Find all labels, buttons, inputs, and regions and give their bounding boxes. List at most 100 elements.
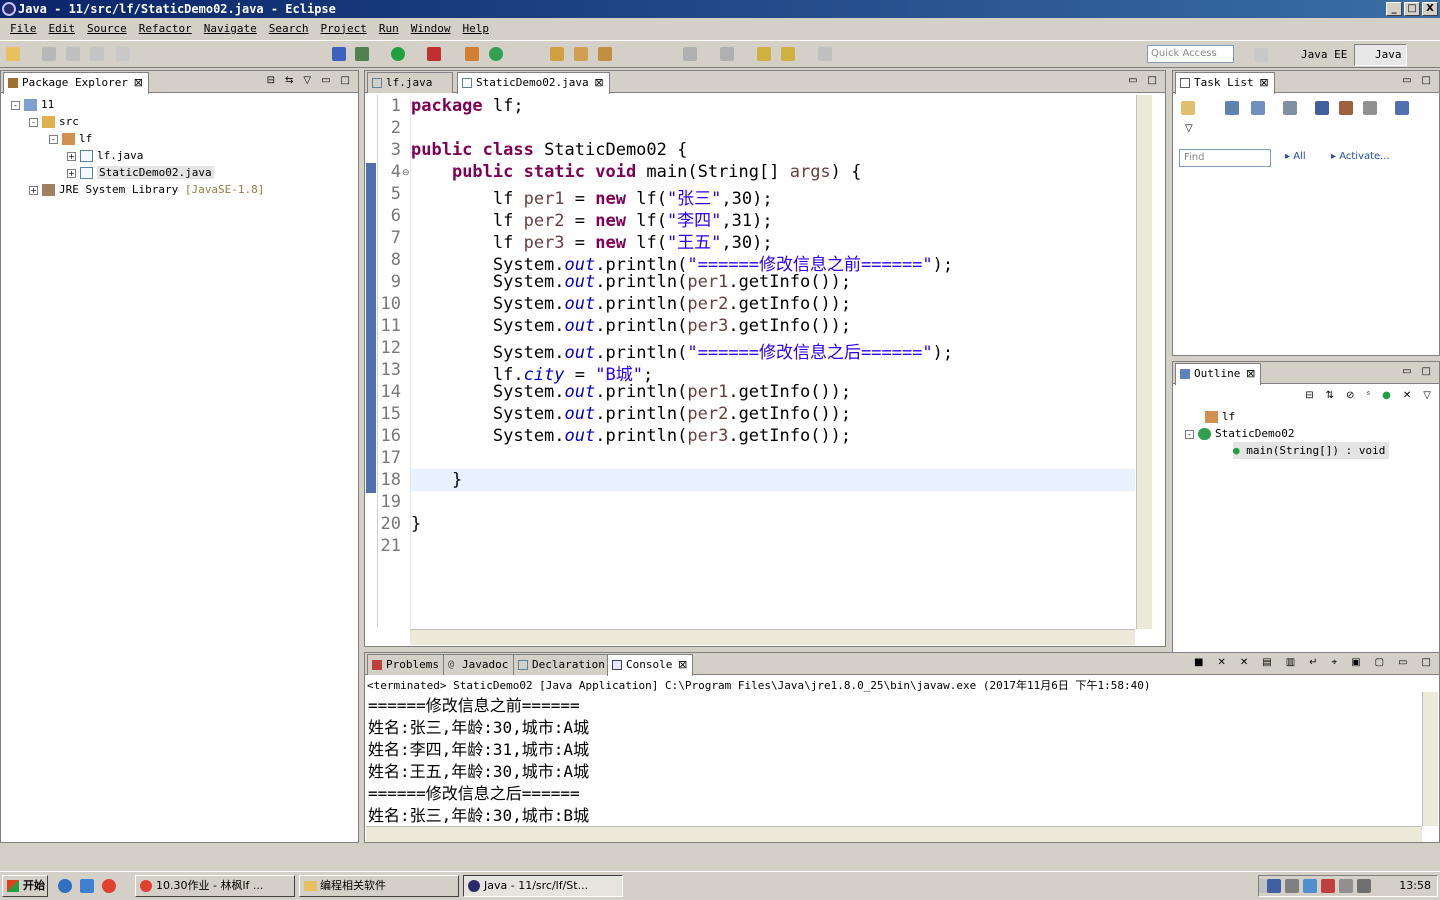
synchronize-icon[interactable] <box>1395 101 1409 115</box>
clear-console-icon[interactable]: ▤ <box>1262 657 1271 668</box>
perspective-java-ee[interactable]: Java EE <box>1280 44 1352 66</box>
prev-annotation-icon[interactable] <box>720 47 734 61</box>
ie-icon[interactable] <box>58 879 72 893</box>
hide-fields-icon[interactable]: ⊘ <box>1346 390 1354 401</box>
print-icon[interactable] <box>90 47 104 61</box>
outline-class[interactable]: - StaticDemo02 <box>1185 425 1294 442</box>
activate-link[interactable]: ▸ Activate... <box>1331 151 1390 162</box>
window-title-bar[interactable]: Java - 11/src/lf/StaticDemo02.java - Ecl… <box>0 0 1440 18</box>
tab-lf-java[interactable]: lf.java <box>367 72 454 93</box>
menu-edit[interactable]: Edit <box>43 22 82 35</box>
console-horizontal-scrollbar[interactable] <box>366 826 1422 842</box>
tab-declaration[interactable]: Declaration <box>513 654 612 675</box>
tree-file-staticdemo02[interactable]: + StaticDemo02.java <box>67 164 214 181</box>
menu-project[interactable]: Project <box>314 22 372 35</box>
minimize-button[interactable]: _ <box>1386 2 1402 16</box>
taskbar-item-folder[interactable]: 编程相关软件 <box>299 875 459 897</box>
tab-outline[interactable]: Outline ⊠ <box>1175 363 1262 385</box>
tray-icon[interactable] <box>1285 879 1299 893</box>
maximize-view-icon[interactable]: □ <box>1422 75 1431 86</box>
tab-package-explorer[interactable]: Package Explorer ⊠ <box>3 72 149 94</box>
categorized-icon[interactable] <box>1225 101 1239 115</box>
volume-icon[interactable] <box>1339 879 1353 893</box>
forward-icon[interactable] <box>818 47 832 61</box>
close-button[interactable]: X <box>1422 2 1438 16</box>
run-icon[interactable] <box>391 47 405 61</box>
tree-src[interactable]: - src <box>29 113 79 130</box>
terminate-icon[interactable]: ■ <box>1194 657 1203 668</box>
collapse-icon[interactable]: - <box>1185 429 1194 439</box>
open-console-icon[interactable]: ▢ <box>1375 657 1384 668</box>
tray-icon[interactable] <box>1267 879 1281 893</box>
view-menu-icon[interactable]: ▽ <box>303 75 311 86</box>
view-menu-icon[interactable]: ▽ <box>1423 390 1431 401</box>
new-class-icon[interactable] <box>489 47 503 61</box>
expand-icon[interactable]: + <box>67 168 76 178</box>
minimize-view-icon[interactable]: ▭ <box>321 75 330 86</box>
minimize-view-icon[interactable]: ▭ <box>1402 366 1411 377</box>
menu-refactor[interactable]: Refactor <box>133 22 198 35</box>
new-task-icon[interactable] <box>1181 101 1195 115</box>
hide-static-icon[interactable]: ˢ <box>1366 390 1370 401</box>
link-editor-icon[interactable]: ⇆ <box>285 75 293 86</box>
tray-icon[interactable] <box>1321 879 1335 893</box>
remove-all-icon[interactable]: ✕ <box>1240 657 1248 668</box>
maximize-button[interactable]: □ <box>1404 2 1420 16</box>
console-vertical-scrollbar[interactable] <box>1422 692 1438 826</box>
close-icon[interactable]: ⊠ <box>678 655 687 675</box>
editor-horizontal-scrollbar[interactable] <box>410 629 1135 645</box>
tab-console[interactable]: Console ⊠ <box>607 654 694 676</box>
save-icon[interactable] <box>42 47 56 61</box>
perspective-java[interactable]: Java <box>1354 44 1407 66</box>
taskbar-item-eclipse[interactable]: Java - 11/src/lf/St... <box>463 875 623 897</box>
scheduled-icon[interactable] <box>1251 101 1265 115</box>
hide-nonpublic-icon[interactable]: ● <box>1382 390 1391 401</box>
editor-vertical-scrollbar[interactable] <box>1136 95 1152 629</box>
tree-file-lf[interactable]: + lf.java <box>67 147 143 164</box>
find-input[interactable]: Find <box>1179 149 1271 167</box>
open-type-icon[interactable] <box>550 47 564 61</box>
next-annotation-icon[interactable] <box>683 47 697 61</box>
collapse-all-icon[interactable]: ⊟ <box>267 75 275 86</box>
search-icon[interactable] <box>598 47 612 61</box>
open-task-icon[interactable] <box>574 47 588 61</box>
start-button[interactable]: 开始 <box>2 875 48 897</box>
open-perspective-icon[interactable] <box>1254 48 1268 62</box>
external-tools-icon[interactable] <box>427 47 441 61</box>
tree-project[interactable]: - 11 <box>11 96 54 113</box>
minimize-view-icon[interactable]: ▭ <box>1398 657 1407 668</box>
expand-icon[interactable]: + <box>29 185 38 195</box>
collapse-icon[interactable]: - <box>11 100 20 110</box>
hide-local-types-icon[interactable]: ✕ <box>1403 390 1411 401</box>
expand-icon[interactable]: + <box>67 151 76 161</box>
tree-jre[interactable]: + JRE System Library [JavaSE-1.8] <box>29 181 264 198</box>
close-icon[interactable]: ⊠ <box>1259 73 1268 93</box>
word-wrap-icon[interactable]: ↵ <box>1309 657 1317 668</box>
taskbar-item-chrome[interactable]: 10.30作业 - 林枫lf ... <box>135 875 295 897</box>
maximize-view-icon[interactable]: □ <box>1422 366 1431 377</box>
collapse-all-icon[interactable]: ⊟ <box>1305 390 1313 401</box>
hide-completed-icon[interactable] <box>1339 101 1353 115</box>
filter-icon[interactable] <box>1315 101 1329 115</box>
fold-icon[interactable]: ⊖ <box>402 168 410 178</box>
tree-package[interactable]: - lf <box>49 130 92 147</box>
outline-method[interactable]: ● main(String[]) : void <box>1233 442 1390 459</box>
skip-breakpoints-icon[interactable] <box>332 47 346 61</box>
menu-search[interactable]: Search <box>263 22 315 35</box>
focus-icon[interactable] <box>1283 101 1297 115</box>
quick-access-input[interactable]: Quick Access <box>1147 45 1234 63</box>
debug-icon[interactable] <box>355 47 369 61</box>
scroll-lock-icon[interactable]: ▥ <box>1286 657 1295 668</box>
menu-help[interactable]: Help <box>456 22 495 35</box>
build-icon[interactable] <box>116 47 130 61</box>
new-icon[interactable] <box>6 47 20 61</box>
remove-launch-icon[interactable]: ✕ <box>1217 657 1225 668</box>
chrome-icon[interactable] <box>102 879 116 893</box>
maximize-view-icon[interactable]: □ <box>1148 75 1157 86</box>
tab-staticdemo02-java[interactable]: StaticDemo02.java ⊠ <box>457 72 610 94</box>
view-menu-icon[interactable]: ▽ <box>1185 123 1193 134</box>
menu-run[interactable]: Run <box>373 22 405 35</box>
minimize-view-icon[interactable]: ▭ <box>1128 75 1137 86</box>
back-icon[interactable] <box>781 47 795 61</box>
last-edit-icon[interactable] <box>757 47 771 61</box>
